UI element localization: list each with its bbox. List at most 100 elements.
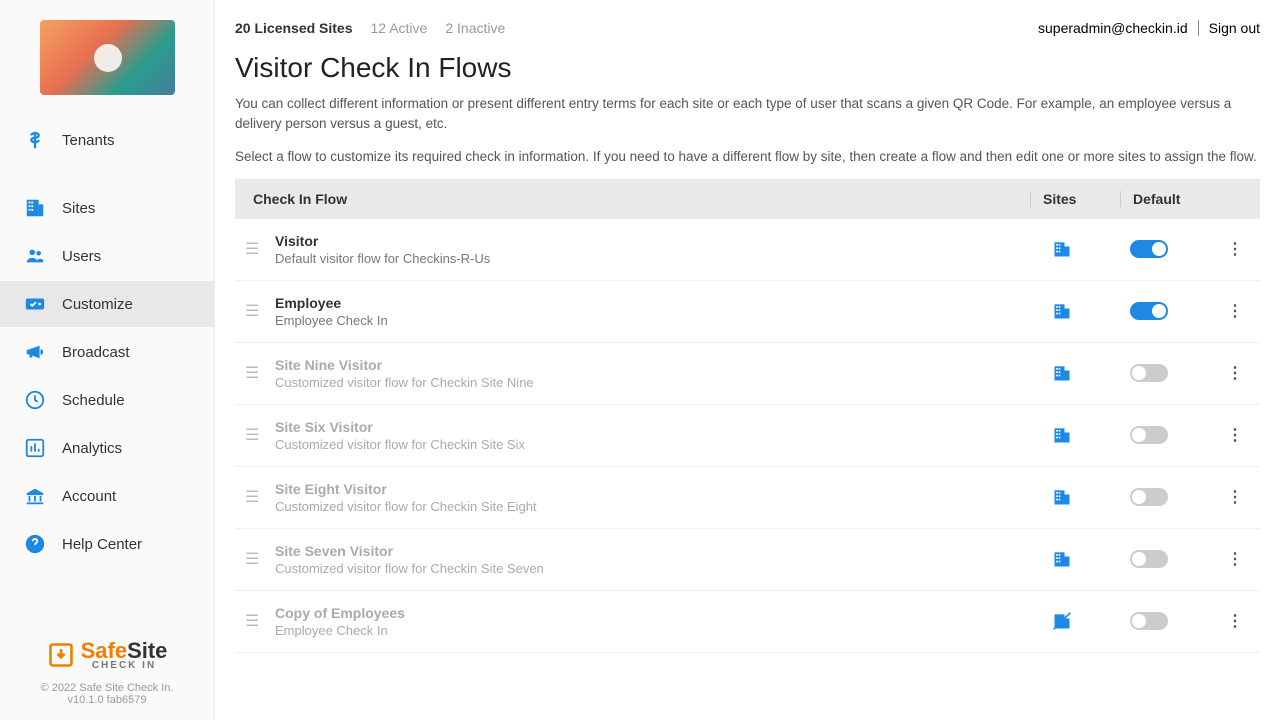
sidebar-item-sites[interactable]: Sites bbox=[0, 185, 214, 231]
flow-description: Customized visitor flow for Checkin Site… bbox=[275, 375, 1040, 390]
row-menu-icon[interactable]: ⋮ bbox=[1220, 239, 1250, 259]
sign-out-link[interactable]: Sign out bbox=[1209, 20, 1260, 36]
building-icon bbox=[18, 197, 52, 219]
flow-info: Site Six Visitor Customized visitor flow … bbox=[275, 419, 1040, 452]
page-title: Visitor Check In Flows bbox=[235, 52, 1260, 84]
separator bbox=[1198, 20, 1199, 36]
flow-description: Customized visitor flow for Checkin Site… bbox=[275, 499, 1040, 514]
flow-title: Site Six Visitor bbox=[275, 419, 1040, 435]
bullhorn-icon bbox=[18, 341, 52, 363]
default-toggle[interactable] bbox=[1130, 426, 1168, 444]
clock-icon bbox=[18, 389, 52, 411]
drag-handle-icon[interactable]: ☰ bbox=[245, 239, 275, 259]
flow-info: Site Eight Visitor Customized visitor flo… bbox=[275, 481, 1040, 514]
sidebar-item-broadcast[interactable]: Broadcast bbox=[0, 329, 214, 375]
drag-handle-icon[interactable]: ☰ bbox=[245, 425, 275, 445]
sidebar-item-users[interactable]: Users bbox=[0, 233, 214, 279]
sites-icon[interactable] bbox=[1040, 301, 1120, 321]
default-toggle[interactable] bbox=[1130, 612, 1168, 630]
drag-handle-icon[interactable]: ☰ bbox=[245, 363, 275, 383]
sites-icon[interactable] bbox=[1040, 487, 1120, 507]
flow-title: Site Seven Visitor bbox=[275, 543, 1040, 559]
flow-description: Employee Check In bbox=[275, 623, 1040, 638]
active-sites: 12 Active bbox=[371, 20, 428, 36]
sidebar-item-label: Tenants bbox=[62, 132, 115, 149]
flow-title: Copy of Employees bbox=[275, 605, 1040, 621]
flow-description: Customized visitor flow for Checkin Site… bbox=[275, 437, 1040, 452]
drag-handle-icon[interactable]: ☰ bbox=[245, 487, 275, 507]
safesite-icon bbox=[47, 641, 75, 669]
user-email[interactable]: superadmin@checkin.id bbox=[1038, 20, 1188, 36]
flow-info: Copy of Employees Employee Check In bbox=[275, 605, 1040, 638]
sites-icon[interactable] bbox=[1040, 611, 1120, 631]
row-menu-icon[interactable]: ⋮ bbox=[1220, 425, 1250, 445]
row-menu-icon[interactable]: ⋮ bbox=[1220, 549, 1250, 569]
sites-icon[interactable] bbox=[1040, 549, 1120, 569]
main-content: 20 Licensed Sites 12 Active 2 Inactive s… bbox=[215, 0, 1280, 720]
flow-info: VisitorDefault visitor flow for Checkins… bbox=[275, 233, 1040, 266]
row-menu-icon[interactable]: ⋮ bbox=[1220, 363, 1250, 383]
sidebar-item-analytics[interactable]: Analytics bbox=[0, 425, 214, 471]
default-toggle[interactable] bbox=[1130, 488, 1168, 506]
sidebar-item-label: Users bbox=[62, 248, 101, 265]
bank-icon bbox=[18, 485, 52, 507]
users-icon bbox=[18, 245, 52, 267]
table-header: Check In Flow Sites Default bbox=[235, 179, 1260, 219]
flow-description: Customized visitor flow for Checkin Site… bbox=[275, 561, 1040, 576]
brand-sub: CHECK IN bbox=[81, 660, 168, 671]
default-toggle[interactable] bbox=[1130, 550, 1168, 568]
flow-row[interactable]: ☰Site Eight Visitor Customized visitor fl… bbox=[235, 467, 1260, 529]
flow-title: Employee bbox=[275, 295, 1040, 311]
flow-row[interactable]: ☰VisitorDefault visitor flow for Checkin… bbox=[235, 219, 1260, 281]
sidebar-item-label: Analytics bbox=[62, 440, 122, 457]
flow-description: Employee Check In bbox=[275, 313, 1040, 328]
licensed-sites: 20 Licensed Sites bbox=[235, 20, 353, 36]
drag-handle-icon[interactable]: ☰ bbox=[245, 611, 275, 631]
sites-icon[interactable] bbox=[1040, 239, 1120, 259]
flow-title: Site Nine Visitor bbox=[275, 357, 1040, 373]
sidebar-item-help-center[interactable]: Help Center bbox=[0, 521, 214, 567]
sidebar-item-account[interactable]: Account bbox=[0, 473, 214, 519]
sidebar-item-tenants[interactable]: Tenants bbox=[0, 117, 214, 163]
sidebar-item-label: Broadcast bbox=[62, 344, 130, 361]
page-description-1: You can collect different information or… bbox=[235, 94, 1260, 135]
footer-logo: SafeSite CHECK IN bbox=[0, 633, 214, 676]
sidebar: Tenants Sites Users Customize Broadcast Sched… bbox=[0, 0, 215, 720]
customize-icon bbox=[18, 293, 52, 315]
drag-handle-icon[interactable]: ☰ bbox=[245, 549, 275, 569]
flow-info: Site Seven Visitor Customized visitor flo… bbox=[275, 543, 1040, 576]
default-toggle[interactable] bbox=[1130, 240, 1168, 258]
sidebar-item-label: Schedule bbox=[62, 392, 125, 409]
default-toggle[interactable] bbox=[1130, 302, 1168, 320]
help-icon bbox=[18, 533, 52, 555]
sites-icon[interactable] bbox=[1040, 425, 1120, 445]
topbar: 20 Licensed Sites 12 Active 2 Inactive s… bbox=[235, 20, 1260, 36]
sidebar-item-label: Account bbox=[62, 488, 116, 505]
flow-info: Employee Employee Check In bbox=[275, 295, 1040, 328]
row-menu-icon[interactable]: ⋮ bbox=[1220, 301, 1250, 321]
row-menu-icon[interactable]: ⋮ bbox=[1220, 611, 1250, 631]
inactive-sites: 2 Inactive bbox=[445, 20, 505, 36]
sidebar-item-label: Help Center bbox=[62, 536, 142, 553]
flow-title: Visitor bbox=[275, 233, 1040, 249]
page-description-2: Select a flow to customize its required … bbox=[235, 147, 1260, 167]
flow-row[interactable]: ☰Employee Employee Check In ⋮ bbox=[235, 281, 1260, 343]
sidebar-item-schedule[interactable]: Schedule bbox=[0, 377, 214, 423]
col-default: Default bbox=[1120, 191, 1210, 207]
col-sites: Sites bbox=[1030, 191, 1120, 207]
flow-row[interactable]: ☰Site Nine Visitor Customized visitor flo… bbox=[235, 343, 1260, 405]
flow-row[interactable]: ☰Copy of Employees Employee Check In ⋮ bbox=[235, 591, 1260, 653]
dollar-icon bbox=[18, 129, 52, 151]
flow-row[interactable]: ☰Site Seven Visitor Customized visitor fl… bbox=[235, 529, 1260, 591]
sidebar-item-customize[interactable]: Customize bbox=[0, 281, 214, 327]
default-toggle[interactable] bbox=[1130, 364, 1168, 382]
chart-icon bbox=[18, 437, 52, 459]
drag-handle-icon[interactable]: ☰ bbox=[245, 301, 275, 321]
sidebar-item-label: Customize bbox=[62, 296, 133, 313]
brand-image[interactable] bbox=[40, 20, 175, 95]
flow-title: Site Eight Visitor bbox=[275, 481, 1040, 497]
sites-icon[interactable] bbox=[1040, 363, 1120, 383]
flow-row[interactable]: ☰Site Six Visitor Customized visitor flow… bbox=[235, 405, 1260, 467]
row-menu-icon[interactable]: ⋮ bbox=[1220, 487, 1250, 507]
flow-info: Site Nine Visitor Customized visitor flow… bbox=[275, 357, 1040, 390]
